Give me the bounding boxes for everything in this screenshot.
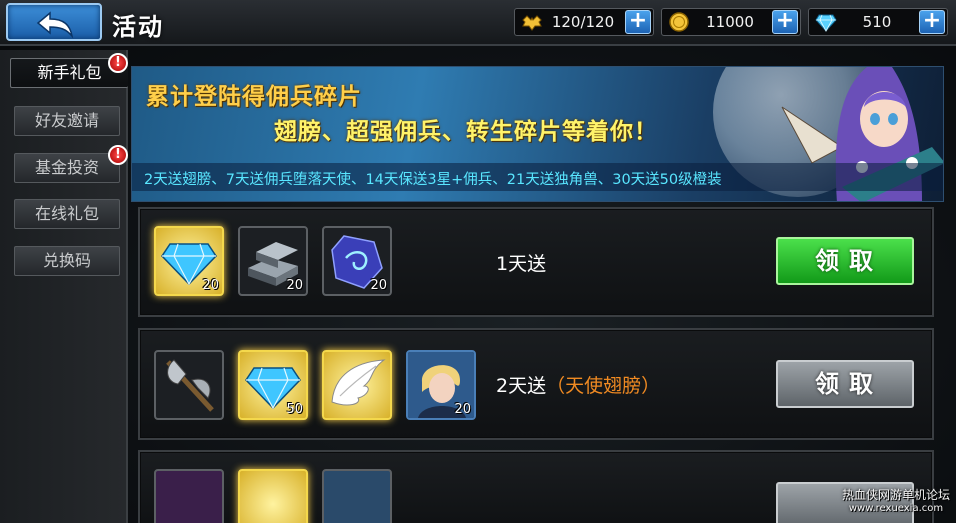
gold-counter: 11000 +	[661, 8, 801, 36]
sidebar-item-redeem-code[interactable]: 兑换码	[14, 246, 120, 276]
gold-value: 11000	[706, 13, 754, 31]
activity-screen: 活动 120/120 + 11000 + 510 + 新手礼包 ! 好友邀请 基…	[0, 0, 956, 523]
top-bar: 活动 120/120 + 11000 + 510 +	[0, 0, 956, 46]
notification-badge: !	[108, 53, 128, 73]
reward-day-label: 1天送	[496, 249, 546, 276]
reward-day-text: 2天送	[496, 375, 547, 397]
item-count: 20	[202, 278, 219, 293]
reward-slot[interactable]	[322, 469, 392, 523]
claim-button-disabled[interactable]: 领取	[776, 360, 914, 408]
diamond-value: 510	[862, 13, 892, 31]
add-stamina-button[interactable]: +	[625, 10, 651, 34]
item-count: 20	[286, 278, 303, 293]
reward-slot[interactable]	[154, 469, 224, 523]
reward-slot[interactable]: 20	[322, 226, 392, 296]
sidebar-item-fund-investment[interactable]: 基金投资	[14, 153, 120, 183]
battle-axe-icon	[166, 359, 214, 412]
page-title: 活动	[112, 13, 164, 41]
reward-row-day-2: 50 20 2天送（天使翅膀） 领取	[138, 328, 934, 440]
reward-slot[interactable]: 20	[154, 226, 224, 296]
notification-badge: !	[108, 145, 128, 165]
diamond-counter: 510 +	[808, 8, 948, 36]
sidebar-item-invite-friends[interactable]: 好友邀请	[14, 106, 120, 136]
reward-day-label: 2天送（天使翅膀）	[496, 371, 660, 398]
angel-wings-icon	[331, 359, 386, 406]
reward-slot[interactable]: 20	[238, 226, 308, 296]
activity-sidebar: 新手礼包 ! 好友邀请 基金投资 ! 在线礼包 兑换码	[0, 50, 128, 523]
reward-slot[interactable]	[154, 350, 224, 420]
stamina-value: 120/120	[551, 13, 615, 31]
reward-slot[interactable]	[238, 469, 308, 523]
reward-slot[interactable]: 50	[238, 350, 308, 420]
add-gold-button[interactable]: +	[772, 10, 798, 34]
sidebar-item-online-gift[interactable]: 在线礼包	[14, 199, 120, 229]
reward-row-day-3	[138, 450, 934, 523]
banner-reward-schedule: 2天送翅膀、7天送佣兵堕落天使、14天保送3星+佣兵、21天送独角兽、30天送5…	[144, 172, 722, 188]
reward-highlight: （天使翅膀）	[546, 375, 661, 397]
stamina-counter: 120/120 +	[514, 8, 654, 36]
stamina-icon	[522, 15, 542, 31]
add-diamond-button[interactable]: +	[919, 10, 945, 34]
back-arrow-icon	[36, 11, 74, 39]
watermark-url: www.rexuexia.com	[848, 503, 944, 514]
login-reward-banner: 累计登陆得佣兵碎片 翅膀、超强佣兵、转生碎片等着你！ 2天送翅膀、7天送佣兵堕落…	[131, 66, 944, 202]
back-button[interactable]	[6, 3, 102, 41]
item-count: 20	[454, 402, 471, 417]
item-count: 20	[370, 278, 387, 293]
claim-button[interactable]: 领取	[776, 237, 914, 285]
banner-subtitle: 翅膀、超强佣兵、转生碎片等着你！	[274, 119, 658, 145]
forum-watermark: 热血侠网游单机论坛 www.rexuexia.com	[836, 486, 956, 514]
item-count: 50	[286, 402, 303, 417]
reward-slot[interactable]	[322, 350, 392, 420]
reward-row-day-1: 20 20 20 1天送 领取	[138, 207, 934, 317]
watermark-name: 热血侠网游单机论坛	[841, 488, 950, 502]
banner-title: 累计登陆得佣兵碎片	[146, 84, 362, 110]
gold-coin-icon	[669, 12, 689, 32]
diamond-icon	[815, 14, 837, 32]
reward-slot[interactable]: 20	[406, 350, 476, 420]
reward-day-text: 1天送	[496, 253, 547, 275]
